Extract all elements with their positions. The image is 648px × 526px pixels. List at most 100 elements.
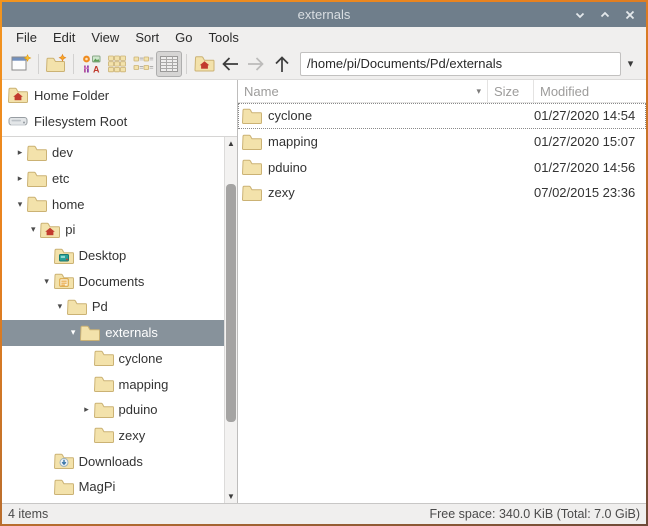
statusbar: 4 items Free space: 340.0 KiB (Total: 7.… — [2, 503, 646, 524]
tree-item-cyclone[interactable]: cyclone — [2, 346, 224, 372]
tree-item-dev[interactable]: ▸ dev — [2, 140, 224, 166]
file-row-mapping[interactable]: mapping01/27/2020 15:07 — [238, 129, 646, 155]
file-modified-cell: 01/27/2020 15:07 — [534, 134, 646, 149]
menu-edit[interactable]: Edit — [45, 28, 83, 47]
scroll-up-icon[interactable]: ▲ — [225, 137, 237, 150]
new-window-icon — [10, 53, 32, 75]
file-modified-cell: 01/27/2020 14:54 — [534, 108, 646, 123]
menu-file[interactable]: File — [8, 28, 45, 47]
tree-scrollbar[interactable]: ▲ ▼ — [224, 137, 237, 503]
home-icon — [194, 55, 215, 72]
expander-collapsed-icon[interactable]: ▸ — [13, 148, 27, 157]
file-name-cell: cyclone — [238, 108, 488, 124]
back-button[interactable] — [217, 51, 243, 77]
sort-indicator-icon: ▾ — [476, 86, 481, 97]
tree-item-label: etc — [52, 171, 69, 186]
menu-tools[interactable]: Tools — [201, 28, 247, 47]
detailed-list-view-button[interactable] — [156, 51, 182, 77]
titlebar[interactable]: externals — [2, 2, 646, 27]
place-filesystem-root[interactable]: Filesystem Root — [2, 108, 237, 134]
list-header: Name ▾ Size Modified — [238, 80, 646, 103]
icon-view-button[interactable] — [104, 51, 130, 77]
file-rows: cyclone 01/27/2020 14:54 mapping01/27/2020… — [238, 103, 646, 206]
path-dropdown-button[interactable]: ▾ — [621, 52, 640, 76]
status-items-count: 4 items — [8, 507, 48, 521]
file-row-zexy[interactable]: zexy 07/02/2015 23:36 — [238, 180, 646, 206]
desktop-folder-icon — [54, 248, 74, 264]
folder-icon — [242, 159, 262, 175]
tree-item-label: MagPi — [79, 479, 116, 494]
folder-icon — [94, 350, 114, 366]
scrollbar-thumb[interactable] — [226, 184, 236, 422]
minimize-button[interactable] — [572, 7, 588, 23]
path-input[interactable] — [300, 52, 621, 76]
new-window-button[interactable] — [8, 51, 34, 77]
menu-sort[interactable]: Sort — [127, 28, 167, 47]
maximize-button[interactable] — [597, 7, 613, 23]
up-button[interactable] — [269, 51, 295, 77]
menubar: FileEditViewSortGoTools — [2, 27, 646, 48]
close-button[interactable] — [622, 7, 638, 23]
folder-icon — [54, 479, 74, 495]
expander-expanded-icon[interactable]: ▾ — [40, 277, 54, 286]
tree-item-label: pduino — [119, 402, 158, 417]
detailed-list-icon — [158, 53, 180, 75]
column-header-size[interactable]: Size — [488, 80, 534, 102]
toolbar-buttons: A — [8, 51, 295, 77]
home-folder-icon — [8, 87, 28, 103]
column-header-modified[interactable]: Modified — [534, 80, 646, 102]
home-button[interactable] — [191, 51, 217, 77]
new-folder-icon — [45, 53, 67, 75]
menu-view[interactable]: View — [83, 28, 127, 47]
thumbnail-view-button[interactable]: A — [78, 51, 104, 77]
window-frame: externals FileEditViewSortGoTools A ▾ Ho… — [0, 0, 648, 526]
sidebar: Home Folder Filesystem Root ▸ dev ▸ etc ▾ home… — [2, 80, 238, 503]
toolbar-separator — [38, 54, 39, 74]
expander-collapsed-icon[interactable]: ▸ — [13, 174, 27, 183]
tree-item-label: home — [52, 197, 85, 212]
chevron-up-icon — [599, 9, 611, 21]
arrow-up-icon — [271, 53, 293, 75]
tree-item-label: mapping — [119, 377, 169, 392]
toolbar-separator — [73, 54, 74, 74]
status-free-space: Free space: 340.0 KiB (Total: 7.0 GiB) — [429, 507, 640, 521]
column-header-name[interactable]: Name ▾ — [238, 80, 488, 102]
tree-item-zexy[interactable]: zexy — [2, 423, 224, 449]
scroll-down-icon[interactable]: ▼ — [225, 490, 237, 503]
place-home-folder[interactable]: Home Folder — [2, 82, 237, 108]
toolbar: A ▾ — [2, 48, 646, 80]
file-name-cell: pduino — [238, 159, 488, 175]
column-label: Modified — [540, 84, 589, 99]
file-manager-window: externals FileEditViewSortGoTools A ▾ Ho… — [2, 2, 646, 524]
documents-folder-icon — [54, 273, 74, 289]
tree-item-label: Downloads — [79, 454, 143, 469]
tree-item-desktop[interactable]: Desktop — [2, 243, 224, 269]
file-row-cyclone[interactable]: cyclone 01/27/2020 14:54 — [238, 103, 646, 129]
file-modified-cell: 07/02/2015 23:36 — [534, 185, 646, 200]
folder-icon — [27, 145, 47, 161]
expander-expanded-icon[interactable]: ▾ — [26, 225, 40, 234]
expander-collapsed-icon[interactable]: ▸ — [80, 405, 94, 414]
tree-item-magpi[interactable]: MagPi — [2, 474, 224, 500]
file-row-pduino[interactable]: pduino01/27/2020 14:56 — [238, 154, 646, 180]
new-folder-button[interactable] — [43, 51, 69, 77]
tree-item-etc[interactable]: ▸ etc — [2, 166, 224, 192]
tree-item-label: zexy — [119, 428, 146, 443]
tree-item-externals[interactable]: ▾externals — [2, 320, 224, 346]
expander-expanded-icon[interactable]: ▾ — [13, 200, 27, 209]
tree-item-home[interactable]: ▾ home — [2, 191, 224, 217]
place-label: Filesystem Root — [34, 114, 127, 129]
file-name-label: zexy — [268, 185, 295, 200]
tree-item-label: dev — [52, 145, 73, 160]
expander-expanded-icon[interactable]: ▾ — [53, 302, 67, 311]
menu-go[interactable]: Go — [167, 28, 200, 47]
tree-item-pd[interactable]: ▾Pd — [2, 294, 224, 320]
tree-item-pduino[interactable]: ▸ pduino — [2, 397, 224, 423]
tree-item-pi[interactable]: ▾pi — [2, 217, 224, 243]
tree-item-downloads[interactable]: Downloads — [2, 448, 224, 474]
folder-icon — [242, 185, 262, 201]
tree-item-mapping[interactable]: mapping — [2, 371, 224, 397]
expander-expanded-icon[interactable]: ▾ — [66, 328, 80, 337]
tree-item-documents[interactable]: ▾Documents — [2, 268, 224, 294]
compact-view-button[interactable] — [130, 51, 156, 77]
